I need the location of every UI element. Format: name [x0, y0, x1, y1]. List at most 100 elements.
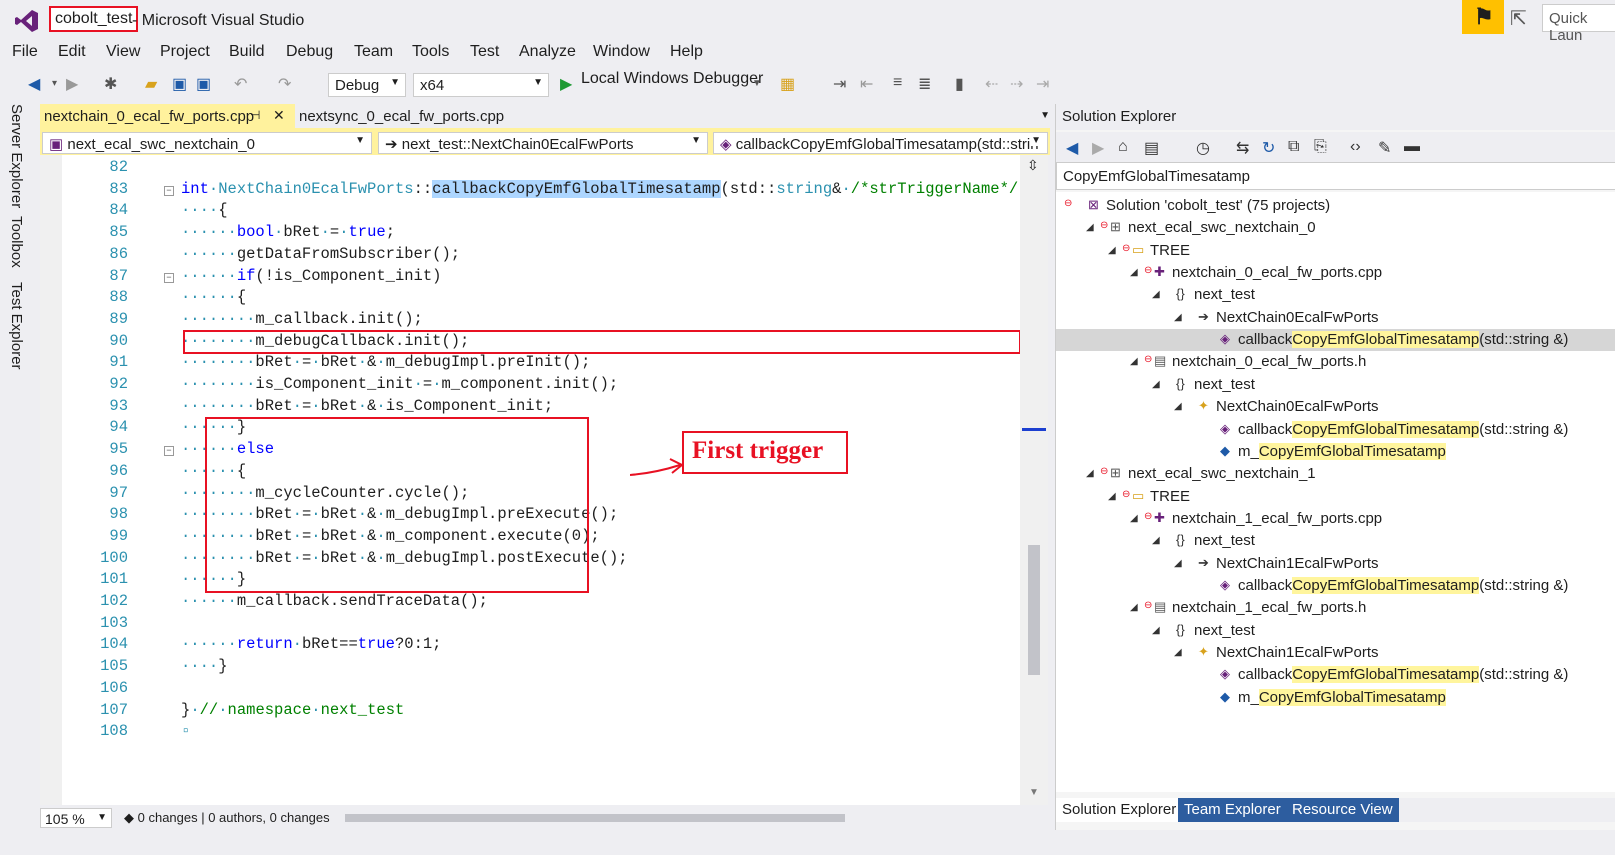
expander-icon[interactable]: ◢: [1152, 289, 1160, 300]
menu-help[interactable]: Help: [670, 43, 703, 61]
solution-platform-select[interactable]: x64 ▼: [413, 73, 549, 97]
tab-resource-view[interactable]: Resource View: [1286, 798, 1399, 822]
expander-icon[interactable]: ◢: [1174, 401, 1182, 412]
find-in-files-icon[interactable]: ▦: [780, 74, 795, 94]
collapse-region-icon[interactable]: −: [164, 446, 174, 457]
tree-node[interactable]: ◈ callbackCopyEmfGlobalTimesatamp(std::st…: [1056, 419, 1615, 441]
back-dropdown-icon[interactable]: ▾: [52, 78, 57, 89]
menu-project[interactable]: Project: [160, 43, 210, 61]
pending-changes-icon[interactable]: ◷: [1196, 138, 1210, 158]
toolbox-tab[interactable]: Toolbox: [8, 216, 25, 268]
start-debugging-button[interactable]: Local Windows Debugger: [581, 70, 763, 88]
redo-icon[interactable]: ↷: [278, 74, 291, 94]
menu-build[interactable]: Build: [229, 43, 265, 61]
expander-icon[interactable]: ◢: [1174, 647, 1182, 658]
test-explorer-tab[interactable]: Test Explorer: [8, 282, 25, 370]
expander-icon[interactable]: ◢: [1130, 356, 1138, 367]
expander-icon[interactable]: ◢: [1152, 625, 1160, 636]
scroll-down-icon[interactable]: ▼: [1029, 787, 1039, 798]
tree-node[interactable]: ◢ ✦ NextChain1EcalFwPorts: [1056, 642, 1615, 664]
switch-views-icon[interactable]: ▤: [1144, 138, 1159, 158]
uncomment-icon[interactable]: ≣: [918, 74, 931, 94]
tree-node[interactable]: ◢ ⊖ ✚ nextchain_1_ecal_fw_ports.cpp: [1056, 508, 1615, 530]
expander-icon[interactable]: ◢: [1086, 468, 1094, 479]
expander-icon[interactable]: ◢: [1174, 312, 1182, 323]
new-project-icon[interactable]: ✱: [104, 74, 117, 94]
tree-node[interactable]: ◆ m_CopyEmfGlobalTimesatamp: [1056, 441, 1615, 463]
expander-icon[interactable]: ◢: [1108, 491, 1116, 502]
solution-explorer-search[interactable]: CopyEmfGlobalTimesatamp: [1056, 162, 1615, 190]
feedback-icon[interactable]: ⇱: [1510, 6, 1527, 31]
forward-icon[interactable]: ▶: [66, 74, 78, 94]
tree-node[interactable]: ◢ {} next_test: [1056, 530, 1615, 552]
show-all-files-icon[interactable]: ⎘: [1314, 138, 1327, 156]
forward-icon[interactable]: ▶: [1092, 138, 1104, 158]
code-editor[interactable]: 82 83− int·NextChain0EcalFwPorts::callback…: [40, 155, 1048, 805]
project-dropdown[interactable]: ▣ next_ecal_swc_nextchain_0 ▼: [42, 132, 372, 154]
save-icon[interactable]: ▣: [172, 74, 187, 94]
debugger-dropdown-icon[interactable]: ▼: [752, 78, 762, 89]
tab-nextchain-0-cpp[interactable]: nextchain_0_ecal_fw_ports.cpp ⊣ ✕: [40, 104, 295, 128]
tab-nextsync-0-cpp[interactable]: nextsync_0_ecal_fw_ports.cpp: [295, 104, 550, 128]
tree-node[interactable]: ◢ ⊖ ▤ nextchain_0_ecal_fw_ports.h: [1056, 351, 1615, 373]
sync-icon[interactable]: ⇆: [1236, 138, 1249, 158]
expander-icon[interactable]: ◢: [1086, 222, 1094, 233]
tree-node[interactable]: ◢ {} next_test: [1056, 620, 1615, 642]
menu-team[interactable]: Team: [354, 43, 393, 61]
expander-icon[interactable]: ◢: [1130, 602, 1138, 613]
menu-debug[interactable]: Debug: [286, 43, 333, 61]
solution-configuration-select[interactable]: Debug ▼: [328, 73, 406, 97]
scope-dropdown[interactable]: ➔ next_test::NextChain0EcalFwPorts ▼: [378, 132, 708, 154]
server-explorer-tab[interactable]: Server Explorer: [8, 104, 25, 208]
tree-node[interactable]: ◢ ⊖ ▭ TREE: [1056, 486, 1615, 508]
tree-node[interactable]: ◢ ➔ NextChain1EcalFwPorts: [1056, 553, 1615, 575]
tree-node[interactable]: ◢ {} next_test: [1056, 284, 1615, 306]
tree-node[interactable]: ◈ callbackCopyEmfGlobalTimesatamp(std::st…: [1056, 664, 1615, 686]
member-dropdown[interactable]: ◈ callbackCopyEmfGlobalTimesatamp(std::s…: [713, 132, 1048, 154]
tree-node[interactable]: ◈ callbackCopyEmfGlobalTimesatamp(std::st…: [1056, 329, 1615, 351]
tab-team-explorer[interactable]: Team Explorer: [1178, 798, 1287, 822]
tree-node[interactable]: ◢ ⊖ ▭ TREE: [1056, 240, 1615, 262]
tree-node[interactable]: ◢ ➔ NextChain0EcalFwPorts: [1056, 307, 1615, 329]
home-icon[interactable]: ⌂: [1118, 138, 1128, 156]
editor-horizontal-scrollbar[interactable]: [345, 814, 845, 822]
menu-edit[interactable]: Edit: [58, 43, 86, 61]
bookmark-icon[interactable]: ▮: [955, 74, 964, 94]
expander-icon[interactable]: ◢: [1174, 558, 1182, 569]
back-icon[interactable]: ◀: [1066, 138, 1078, 158]
comment-icon[interactable]: ≡: [893, 74, 902, 92]
preview-icon[interactable]: ▬: [1404, 138, 1420, 156]
properties-icon[interactable]: ✎: [1378, 138, 1391, 158]
notifications-button[interactable]: ⚑: [1462, 0, 1504, 34]
expander-icon[interactable]: ◢: [1108, 245, 1116, 256]
step-over-icon[interactable]: ⇤: [860, 74, 873, 94]
menu-view[interactable]: View: [106, 43, 140, 61]
document-list-dropdown-icon[interactable]: ▼: [1040, 110, 1050, 121]
tree-node[interactable]: ◢ ⊖ ✚ nextchain_0_ecal_fw_ports.cpp: [1056, 262, 1615, 284]
undo-icon[interactable]: ↶: [234, 74, 247, 94]
collapse-region-icon[interactable]: −: [164, 272, 174, 283]
expander-icon[interactable]: ◢: [1130, 513, 1138, 524]
quick-launch-input[interactable]: Quick Laun: [1542, 4, 1615, 44]
tree-node[interactable]: ◢ ⊖ ⊞ next_ecal_swc_nextchain_0: [1056, 217, 1615, 239]
tree-node[interactable]: ◆ m_CopyEmfGlobalTimesatamp: [1056, 687, 1615, 709]
open-file-icon[interactable]: ▰: [145, 74, 157, 94]
prev-bookmark-icon[interactable]: ⇠: [985, 74, 998, 94]
tree-node[interactable]: ◢ ✦ NextChain0EcalFwPorts: [1056, 396, 1615, 418]
save-all-icon[interactable]: ▣: [196, 74, 211, 94]
collapse-region-icon[interactable]: −: [164, 185, 174, 196]
view-code-icon[interactable]: ‹›: [1350, 138, 1361, 156]
editor-vertical-scrollbar[interactable]: ⇳ ▼: [1020, 155, 1048, 805]
expander-icon[interactable]: ◢: [1152, 379, 1160, 390]
codelens-changes[interactable]: ◆ 0 changes | 0 authors, 0 changes: [124, 810, 330, 826]
step-icon[interactable]: ⇥: [833, 74, 846, 94]
split-icon[interactable]: ⇳: [1027, 157, 1039, 174]
pin-icon[interactable]: ⊣: [250, 108, 260, 122]
tree-node[interactable]: ◢ ⊖ ▤ nextchain_1_ecal_fw_ports.h: [1056, 597, 1615, 619]
tree-node[interactable]: ◢ ⊖ ⊞ next_ecal_swc_nextchain_1: [1056, 463, 1615, 485]
clear-bookmarks-icon[interactable]: ⇥: [1036, 74, 1049, 94]
expander-icon[interactable]: ◢: [1130, 267, 1138, 278]
expander-icon[interactable]: ◢: [1152, 535, 1160, 546]
menu-window[interactable]: Window: [593, 43, 650, 61]
menu-analyze[interactable]: Analyze: [519, 43, 576, 61]
